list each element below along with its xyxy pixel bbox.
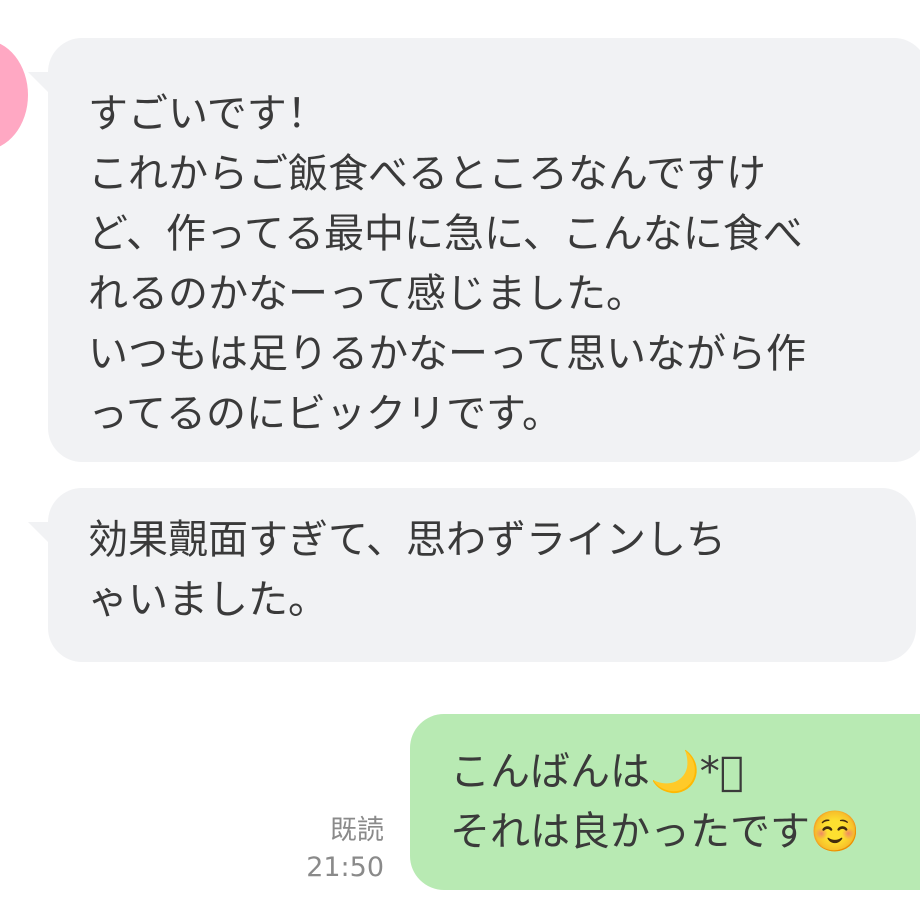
message-time: 21:50 — [306, 852, 384, 883]
read-status: 既読 — [330, 815, 384, 846]
incoming-message[interactable]: 効果覿面すぎて、思わずラインしち ゃいました。 — [48, 488, 916, 662]
chat-screen: すごいです！ これからご飯食べるところなんですけ ど、作ってる最中に急に、こんな… — [0, 0, 920, 920]
contact-avatar[interactable] — [0, 40, 28, 150]
outgoing-message[interactable]: こんばんは🌙*ﾟ それは良かったです☺️ — [410, 714, 920, 890]
incoming-message[interactable]: すごいです！ これからご飯食べるところなんですけ ど、作ってる最中に急に、こんな… — [48, 38, 920, 462]
